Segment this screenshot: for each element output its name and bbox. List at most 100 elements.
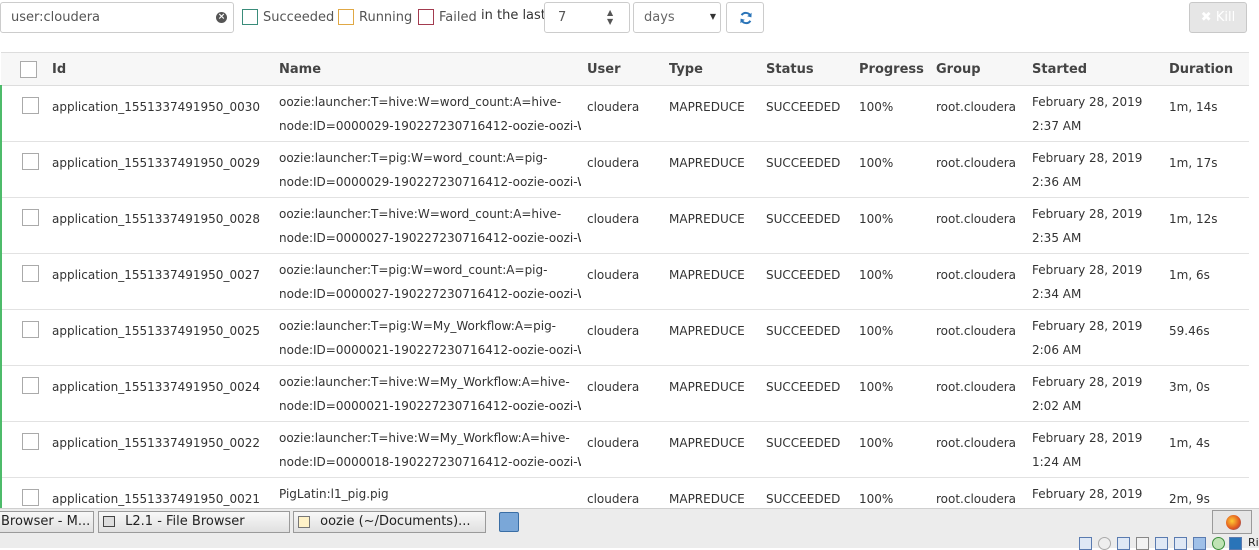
edit-icon [298, 515, 310, 528]
column-header-type[interactable]: Type [663, 52, 760, 86]
job-name-cell[interactable]: oozie:launcher:T=pig:W=My_Workflow:A=pig… [273, 309, 581, 366]
monitor-icon[interactable] [1174, 537, 1187, 550]
job-name-line1: oozie:launcher:T=hive:W=word_count:A=hiv… [279, 95, 562, 109]
record-icon[interactable] [1098, 537, 1111, 550]
started-date: February 28, 2019 [1032, 263, 1143, 277]
succeeded-checkbox[interactable] [242, 9, 258, 25]
table-row[interactable]: application_1551337491950_0021 PigLatin:l… [0, 477, 1249, 508]
job-name-line1: oozie:launcher:T=pig:W=My_Workflow:A=pig… [279, 319, 557, 333]
row-checkbox[interactable] [22, 321, 39, 338]
refresh-button[interactable] [726, 2, 764, 33]
job-name-cell[interactable]: PigLatin:l1_pig.pig [273, 477, 581, 508]
job-id-cell[interactable]: application_1551337491950_0030 [46, 85, 273, 142]
job-progress-cell: 100% [853, 421, 930, 478]
column-header-group[interactable]: Group [930, 52, 1026, 86]
job-id-cell[interactable]: application_1551337491950_0024 [46, 365, 273, 422]
job-id-cell[interactable]: application_1551337491950_0021 [46, 477, 273, 508]
job-group-cell: root.cloudera [930, 253, 1026, 310]
job-name-cell[interactable]: oozie:launcher:T=hive:W=My_Workflow:A=hi… [273, 365, 581, 422]
row-checkbox[interactable] [22, 489, 39, 506]
taskbar-item-label: oozie (~/Documents)... [320, 514, 471, 529]
row-select-cell [0, 85, 46, 142]
row-select-cell [0, 197, 46, 254]
period-unit-select[interactable]: days ▼ [633, 2, 721, 33]
row-checkbox[interactable] [22, 377, 39, 394]
window-icon [103, 516, 115, 527]
select-all-checkbox[interactable] [20, 60, 37, 78]
job-name-cell[interactable]: oozie:launcher:T=pig:W=word_count:A=pig-… [273, 253, 581, 310]
failed-filter[interactable]: Failed [418, 8, 477, 26]
table-row[interactable]: application_1551337491950_0022 oozie:laun… [0, 421, 1249, 478]
clear-icon[interactable]: × [216, 12, 227, 23]
job-id-cell[interactable]: application_1551337491950_0027 [46, 253, 273, 310]
started-date: February 28, 2019 [1032, 431, 1143, 445]
table-row[interactable]: application_1551337491950_0027 oozie:laun… [0, 253, 1249, 310]
failed-checkbox[interactable] [418, 9, 434, 25]
job-progress-cell: 100% [853, 477, 930, 508]
job-name-cell[interactable]: oozie:launcher:T=hive:W=word_count:A=hiv… [273, 85, 581, 142]
row-checkbox[interactable] [22, 97, 39, 114]
job-id-cell[interactable]: application_1551337491950_0022 [46, 421, 273, 478]
table-row[interactable]: application_1551337491950_0030 oozie:laun… [0, 85, 1249, 142]
column-header-user[interactable]: User [581, 52, 663, 86]
column-header-progress[interactable]: Progress [853, 52, 930, 86]
row-checkbox[interactable] [22, 153, 39, 170]
job-name-line2: node:ID=0000021-190227230716412-oozie-oo… [279, 343, 581, 357]
job-type-cell: MAPREDUCE [663, 477, 760, 508]
spinner-arrows-icon[interactable]: ▲ ▼ [607, 8, 615, 26]
status-icon[interactable] [1212, 537, 1225, 550]
column-header-name[interactable]: Name [273, 52, 581, 86]
taskbar-item-file-browser[interactable]: L2.1 - File Browser [98, 511, 290, 533]
job-started-cell: February 28, 2019 2:06 AM [1026, 309, 1163, 366]
job-group-cell: root.cloudera [930, 141, 1026, 198]
job-name-cell[interactable]: oozie:launcher:T=hive:W=word_count:A=hiv… [273, 197, 581, 254]
usb-icon[interactable] [1193, 537, 1206, 550]
job-name-line1: oozie:launcher:T=pig:W=word_count:A=pig- [279, 151, 548, 165]
job-user-cell: cloudera [581, 421, 663, 478]
job-type-cell: MAPREDUCE [663, 141, 760, 198]
job-id-cell[interactable]: application_1551337491950_0028 [46, 197, 273, 254]
row-checkbox[interactable] [22, 265, 39, 282]
firefox-icon[interactable] [1212, 510, 1252, 534]
row-checkbox[interactable] [22, 209, 39, 226]
job-status-cell: SUCCEEDED [760, 253, 853, 310]
network-icon[interactable] [1079, 537, 1092, 550]
taskbar-item-browser[interactable]: Browser - M... [0, 511, 94, 533]
row-select-cell [0, 309, 46, 366]
job-name-cell[interactable]: oozie:launcher:T=hive:W=My_Workflow:A=hi… [273, 421, 581, 478]
job-name-cell[interactable]: oozie:launcher:T=pig:W=word_count:A=pig-… [273, 141, 581, 198]
job-name-line1: oozie:launcher:T=hive:W=word_count:A=hiv… [279, 207, 562, 221]
column-header-duration[interactable]: Duration [1163, 52, 1249, 86]
taskbar-item-label: Browser - M... [1, 514, 91, 529]
show-desktop-icon[interactable] [499, 512, 519, 532]
jobs-table-container: Id Name User Type Status Progress Group … [0, 52, 1259, 508]
table-row[interactable]: application_1551337491950_0025 oozie:laun… [0, 309, 1249, 366]
table-row[interactable]: application_1551337491950_0029 oozie:laun… [0, 141, 1249, 198]
running-filter[interactable]: Running [338, 8, 412, 26]
os-taskbar: Browser - M... L2.1 - File Browser oozie… [0, 508, 1259, 550]
started-time: 2:34 AM [1032, 287, 1082, 301]
search-box[interactable]: × [0, 2, 234, 33]
succeeded-filter[interactable]: Succeeded [242, 8, 334, 26]
job-id-cell[interactable]: application_1551337491950_0025 [46, 309, 273, 366]
table-row[interactable]: application_1551337491950_0024 oozie:laun… [0, 365, 1249, 422]
folder-icon[interactable] [1136, 537, 1149, 550]
job-id-cell[interactable]: application_1551337491950_0029 [46, 141, 273, 198]
running-checkbox[interactable] [338, 9, 354, 25]
table-row[interactable]: application_1551337491950_0028 oozie:laun… [0, 197, 1249, 254]
row-checkbox[interactable] [22, 433, 39, 450]
row-select-cell [0, 365, 46, 422]
kill-button[interactable]: ✖ Kill [1189, 2, 1247, 33]
kill-label: Kill [1215, 10, 1236, 25]
started-time: 1:24 AM [1032, 455, 1082, 469]
taskbar-item-oozie-editor[interactable]: oozie (~/Documents)... [293, 511, 486, 533]
column-header-status[interactable]: Status [760, 52, 853, 86]
display-icon[interactable] [1117, 537, 1130, 550]
period-number-input[interactable]: 7 ▲ ▼ [544, 2, 630, 33]
search-input[interactable] [1, 3, 201, 32]
screen-icon[interactable] [1155, 537, 1168, 550]
column-header-started[interactable]: Started [1026, 52, 1163, 86]
download-icon[interactable] [1229, 537, 1242, 550]
column-header-id[interactable]: Id [46, 52, 273, 86]
job-duration-cell: 1m, 14s [1163, 85, 1249, 142]
